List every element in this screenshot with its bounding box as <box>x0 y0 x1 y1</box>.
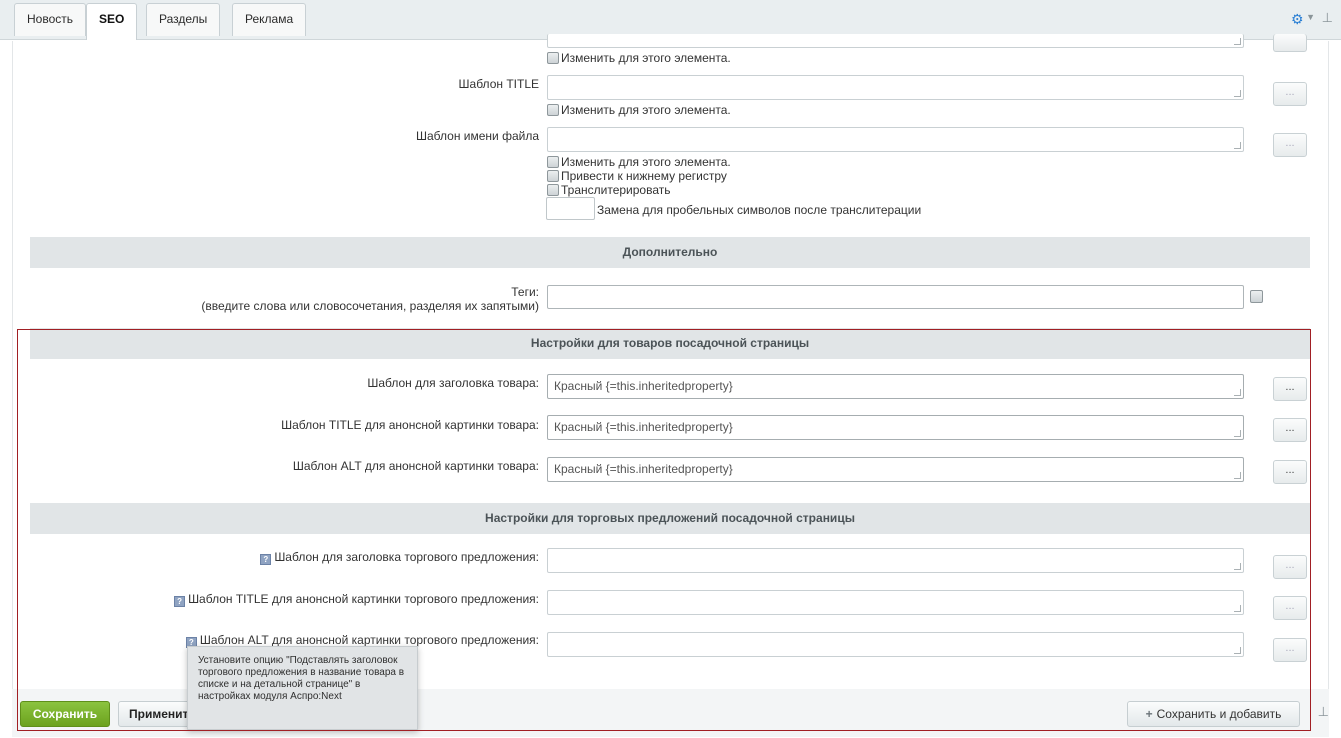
dots-button[interactable] <box>1273 34 1307 52</box>
dots-label: ... <box>1285 464 1295 476</box>
template-textarea[interactable] <box>547 34 1244 48</box>
checkbox[interactable] <box>547 104 559 116</box>
product-title-template-label: Шаблон для заголовка товара: <box>367 376 539 390</box>
pin-icon[interactable]: ⊥ <box>1318 704 1329 720</box>
offer-title-template-input[interactable] <box>547 548 1244 573</box>
tab-ads[interactable]: Реклама <box>232 3 307 36</box>
pin-icon[interactable]: ⊥ <box>1322 10 1333 26</box>
product-title-template-input[interactable]: Красный {=this.inheritedproperty} <box>547 374 1244 399</box>
save-button[interactable]: Сохранить <box>20 701 110 727</box>
tab-sections[interactable]: Разделы <box>146 3 221 36</box>
dots-label: ... <box>1285 381 1295 393</box>
tab-seo[interactable]: SEO <box>86 3 138 40</box>
dots-button[interactable]: ... <box>1273 133 1307 157</box>
dots-label: ... <box>1285 642 1295 654</box>
tags-hint: (введите слова или словосочетания, разде… <box>201 299 539 313</box>
dots-button[interactable]: ... <box>1273 596 1307 620</box>
offer-image-title-template-label: ? Шаблон TITLE для анонсной картинки торг… <box>100 592 539 607</box>
tags-label: Теги: <box>511 285 539 299</box>
input-value: Красный {=this.inheritedproperty} <box>554 420 733 434</box>
label-text: Шаблон для заголовка торгового предложен… <box>274 550 539 564</box>
dots-label: ... <box>1285 600 1295 612</box>
gear-icon[interactable]: ⚙ <box>1291 12 1305 26</box>
question-icon[interactable]: ? <box>260 554 272 565</box>
chevron-down-icon[interactable]: ▼ <box>1306 12 1315 22</box>
hint-tooltip: Установите опцию "Подставлять заголовок … <box>187 646 418 730</box>
question-icon[interactable]: ? <box>174 596 186 607</box>
checkbox-label: Изменить для этого элемента. <box>561 51 731 65</box>
section-header-landing-products: Настройки для товаров посадочной страниц… <box>30 328 1310 359</box>
dots-label: ... <box>1285 137 1295 149</box>
dots-label: ... <box>1285 559 1295 571</box>
dots-button[interactable]: ... <box>1273 555 1307 579</box>
checkbox-label: Привести к нижнему регистру <box>561 169 727 183</box>
offer-image-title-template-input[interactable] <box>547 590 1244 615</box>
tab-label: Новость <box>27 12 74 26</box>
change-for-element-checkbox[interactable]: Изменить для этого элемента. <box>547 104 731 117</box>
input-value: Красный {=this.inheritedproperty} <box>554 462 733 476</box>
tab-label: Разделы <box>159 12 208 26</box>
checkbox[interactable] <box>547 156 559 168</box>
change-for-element-checkbox[interactable]: Изменить для этого элемента. <box>547 52 731 65</box>
dots-button[interactable]: ... <box>1273 460 1307 484</box>
checkbox[interactable] <box>547 184 559 196</box>
section-header-additional: Дополнительно <box>30 237 1310 268</box>
button-label: Сохранить и добавить <box>1156 707 1282 721</box>
checkbox-label: Изменить для этого элемента. <box>561 103 731 117</box>
product-image-alt-template-input[interactable]: Красный {=this.inheritedproperty} <box>547 457 1244 482</box>
checkbox-label: Транслитерировать <box>561 183 671 197</box>
space-replacement-label: Замена для пробельных символов после тра… <box>597 203 922 217</box>
section-header-landing-offers: Настройки для торговых предложений посад… <box>30 503 1310 534</box>
tab-label: Реклама <box>245 12 294 26</box>
label-text: Шаблон ALT для анонсной картинки торгово… <box>199 633 539 647</box>
tab-news[interactable]: Новость <box>14 3 87 36</box>
offer-title-template-label: ? Шаблон для заголовка торгового предложе… <box>150 550 539 565</box>
product-image-alt-template-label: Шаблон ALT для анонсной картинки товара: <box>292 459 539 473</box>
dots-button[interactable]: ... <box>1273 377 1307 401</box>
product-image-title-template-label: Шаблон TITLE для анонсной картинки товар… <box>281 418 539 432</box>
dots-button[interactable]: ... <box>1273 418 1307 442</box>
title-template-input[interactable] <box>547 75 1244 100</box>
change-for-element-checkbox[interactable]: Изменить для этого элемента. <box>547 156 731 169</box>
title-template-label: Шаблон TITLE <box>458 77 539 91</box>
tab-label: SEO <box>99 12 125 26</box>
plus-icon: + <box>1145 707 1153 721</box>
filename-template-input[interactable] <box>547 127 1244 152</box>
product-image-title-template-input[interactable]: Красный {=this.inheritedproperty} <box>547 415 1244 440</box>
dots-label: ... <box>1285 422 1295 434</box>
tags-input[interactable] <box>547 285 1244 309</box>
transliterate-checkbox[interactable]: Транслитерировать <box>547 184 671 197</box>
dots-button[interactable]: ... <box>1273 638 1307 662</box>
save-and-add-button[interactable]: + Сохранить и добавить <box>1127 701 1300 727</box>
input-value: Красный {=this.inheritedproperty} <box>554 379 733 393</box>
dots-button[interactable]: ... <box>1273 82 1307 106</box>
filename-template-label: Шаблон имени файла <box>416 129 539 143</box>
space-replacement-input[interactable] <box>546 197 595 220</box>
tags-checkbox[interactable] <box>1250 290 1263 303</box>
lowercase-checkbox[interactable]: Привести к нижнему регистру <box>547 170 727 183</box>
offer-image-alt-template-input[interactable] <box>547 632 1244 657</box>
checkbox[interactable] <box>547 52 559 64</box>
apply-button[interactable]: Применить <box>118 701 198 727</box>
label-text: Шаблон TITLE для анонсной картинки торго… <box>188 592 539 606</box>
checkbox[interactable] <box>547 170 559 182</box>
checkbox-label: Изменить для этого элемента. <box>561 155 731 169</box>
dots-label: ... <box>1285 86 1295 98</box>
